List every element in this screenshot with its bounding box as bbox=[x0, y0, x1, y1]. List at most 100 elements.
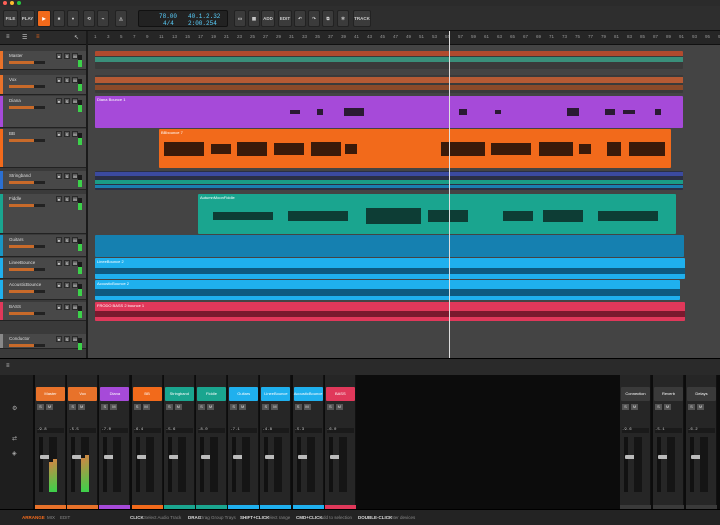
channel-name[interactable]: AcousticBounce bbox=[293, 387, 323, 401]
channel-db-readout[interactable]: -5.3 bbox=[294, 428, 322, 433]
track-name[interactable]: Guitars bbox=[9, 237, 24, 242]
channel-name[interactable]: Diana bbox=[100, 387, 130, 401]
channel-fader[interactable] bbox=[624, 437, 635, 492]
track-name[interactable]: AcousticBounce bbox=[9, 282, 41, 287]
solo-button[interactable]: S bbox=[326, 404, 334, 410]
mute-button[interactable]: M bbox=[697, 404, 704, 410]
mute-button[interactable]: M bbox=[335, 404, 343, 410]
channel-fader[interactable] bbox=[264, 437, 276, 492]
edit-tab[interactable]: EDIT bbox=[60, 515, 70, 520]
channel-db-readout[interactable]: -6.0 bbox=[326, 428, 354, 433]
record-arm-button[interactable]: ● bbox=[56, 196, 62, 202]
mute-button[interactable]: M bbox=[110, 404, 118, 410]
volume-slider[interactable] bbox=[9, 245, 45, 248]
volume-slider[interactable] bbox=[9, 290, 45, 293]
solo-button[interactable]: S bbox=[64, 282, 70, 288]
record-arm-button[interactable]: ● bbox=[56, 131, 62, 137]
tempo-value[interactable]: 78.00 bbox=[159, 13, 177, 20]
grid-icon[interactable]: ▦ bbox=[248, 10, 260, 27]
record-arm-button[interactable]: ● bbox=[56, 173, 62, 179]
channel-fader[interactable] bbox=[200, 437, 211, 492]
channel-fader[interactable] bbox=[657, 437, 668, 492]
record-arm-button[interactable]: ● bbox=[56, 98, 62, 104]
fx-icon[interactable]: ◈ bbox=[12, 450, 17, 457]
solo-button[interactable]: S bbox=[64, 131, 70, 137]
position-time[interactable]: 2:00.254 bbox=[188, 20, 217, 27]
diana-clip[interactable]: Diana Bounce 1 bbox=[95, 96, 683, 128]
track-header[interactable]: Diana ● S M bbox=[0, 96, 86, 128]
solo-button[interactable]: S bbox=[64, 53, 70, 59]
punch-icon[interactable]: ⌁ bbox=[97, 10, 109, 27]
channel-fader[interactable] bbox=[71, 437, 83, 492]
track-header[interactable]: LineeBounce ● S M bbox=[0, 258, 86, 279]
copy-icon[interactable]: ⧉ bbox=[322, 10, 334, 27]
channel-db-readout[interactable]: -8.0 bbox=[198, 428, 225, 433]
volume-slider[interactable] bbox=[9, 181, 45, 184]
record-arm-button[interactable]: ● bbox=[56, 282, 62, 288]
position-bars[interactable]: 40.1.2.32 bbox=[188, 13, 220, 20]
solo-button[interactable]: S bbox=[198, 404, 205, 410]
track-name[interactable]: LineeBounce bbox=[9, 260, 35, 265]
channel-name[interactable]: Fiddle bbox=[197, 387, 226, 401]
mute-button[interactable]: M bbox=[631, 404, 638, 410]
mute-button[interactable]: M bbox=[207, 404, 214, 410]
track-button[interactable]: TRACK bbox=[353, 10, 371, 27]
loop-icon[interactable]: ⟲ bbox=[83, 10, 95, 27]
channel-fader[interactable] bbox=[103, 437, 115, 492]
channel-fader[interactable] bbox=[296, 437, 308, 492]
solo-button[interactable]: S bbox=[165, 404, 173, 410]
solo-button[interactable]: S bbox=[64, 336, 70, 342]
solo-button[interactable]: S bbox=[101, 404, 109, 410]
time-signature[interactable]: 4/4 bbox=[163, 20, 174, 27]
channel-db-readout[interactable]: -7.1 bbox=[230, 428, 258, 433]
mute-button[interactable]: M bbox=[78, 404, 86, 410]
list-icon[interactable]: ☰ bbox=[22, 34, 27, 41]
solo-button[interactable]: S bbox=[262, 404, 270, 410]
metronome-icon[interactable]: ◬ bbox=[115, 10, 127, 27]
solo-button[interactable]: S bbox=[69, 404, 77, 410]
volume-slider[interactable] bbox=[9, 268, 45, 271]
channel-name[interactable]: LineeBounce bbox=[261, 387, 291, 401]
track-header[interactable]: Guitars ● S M bbox=[0, 235, 86, 257]
mute-button[interactable]: M bbox=[142, 404, 150, 410]
channel-fader[interactable] bbox=[232, 437, 244, 492]
tempo-display[interactable]: 78.00 4/4 40.1.2.32 2:00.254 bbox=[138, 10, 228, 27]
lineebounce-clip[interactable]: LineeBounce 2 bbox=[95, 258, 685, 279]
maximize-icon[interactable] bbox=[17, 1, 21, 5]
solo-button[interactable]: S bbox=[133, 404, 141, 410]
channel-name[interactable]: Reverb bbox=[654, 387, 683, 401]
redo-icon[interactable]: ↷ bbox=[308, 10, 320, 27]
track-name[interactable]: Stringband bbox=[9, 173, 31, 178]
volume-slider[interactable] bbox=[9, 106, 45, 109]
solo-button[interactable]: S bbox=[688, 404, 695, 410]
channel-db-readout[interactable]: -9.6 bbox=[622, 428, 649, 433]
channel-db-readout[interactable]: -6.2 bbox=[688, 428, 715, 433]
volume-slider[interactable] bbox=[9, 344, 45, 347]
record-arm-button[interactable]: ● bbox=[56, 336, 62, 342]
channel-name[interactable]: Connection bbox=[621, 387, 650, 401]
record-arm-button[interactable]: ● bbox=[56, 260, 62, 266]
arrange-tab[interactable]: ARRANGE bbox=[22, 515, 45, 520]
undo-icon[interactable]: ↶ bbox=[294, 10, 306, 27]
track-header[interactable]: BB ● S M bbox=[0, 129, 86, 168]
record-arm-button[interactable]: ● bbox=[56, 53, 62, 59]
record-arm-button[interactable]: ● bbox=[56, 77, 62, 83]
channel-db-readout[interactable]: -5.1 bbox=[655, 428, 682, 433]
minimize-icon[interactable] bbox=[10, 1, 14, 5]
channel-db-readout[interactable]: -7.0 bbox=[101, 428, 129, 433]
play-label-button[interactable]: PLAY bbox=[20, 10, 35, 27]
solo-button[interactable]: S bbox=[64, 173, 70, 179]
record-arm-button[interactable]: ● bbox=[56, 304, 62, 310]
menu-icon[interactable]: ≡ bbox=[6, 34, 10, 40]
solo-button[interactable]: S bbox=[64, 98, 70, 104]
bass-clip[interactable]: FRODO BASS 2 bounce 1 bbox=[95, 302, 685, 321]
stop-icon[interactable]: ■ bbox=[53, 10, 65, 27]
settings-icon[interactable]: ✲ bbox=[337, 10, 349, 27]
track-header[interactable]: Stringband ● S M bbox=[0, 171, 86, 190]
file-button[interactable]: FILE bbox=[3, 10, 18, 27]
channel-fader[interactable] bbox=[690, 437, 701, 492]
fiddle-clip[interactable]: AutumnMoonFiddle bbox=[198, 194, 676, 234]
channel-db-readout[interactable]: -5.6 bbox=[165, 428, 193, 433]
mute-button[interactable]: M bbox=[303, 404, 311, 410]
track-header[interactable]: BASS ● S M bbox=[0, 302, 86, 321]
